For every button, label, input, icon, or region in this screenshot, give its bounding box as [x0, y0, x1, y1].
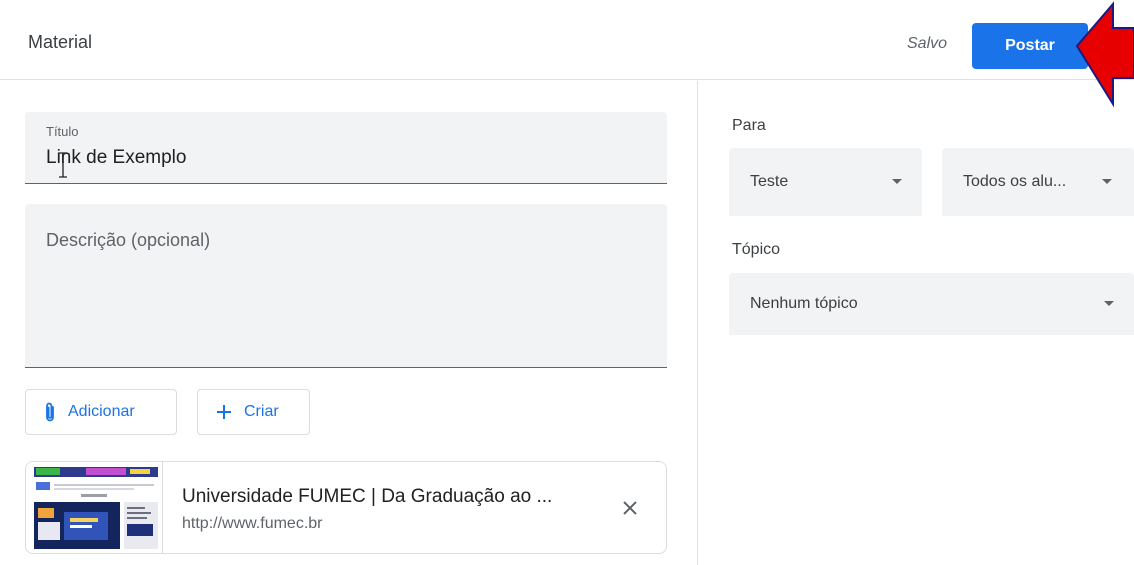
topic-select-value: Nenhum tópico [750, 295, 858, 312]
caret-down-icon [1104, 301, 1114, 306]
students-select[interactable]: Todos os alu... [942, 148, 1134, 216]
link-attachment-card[interactable]: Universidade FUMEC | Da Graduação ao ...… [25, 461, 667, 554]
saved-status: Salvo [907, 35, 948, 52]
add-button-label: Adicionar [68, 403, 135, 420]
create-button[interactable]: Criar [197, 389, 310, 435]
panel-divider [697, 81, 698, 565]
top-bar: Material Salvo Postar [0, 0, 1134, 80]
for-label: Para [732, 117, 766, 134]
caret-down-icon [1102, 179, 1112, 184]
caret-down-icon [892, 179, 902, 184]
text-cursor-icon [59, 152, 67, 178]
link-title[interactable]: Universidade FUMEC | Da Graduação ao ... [182, 486, 552, 508]
close-icon[interactable] [616, 494, 644, 522]
title-field[interactable]: Título Link de Exemplo [25, 112, 667, 184]
description-placeholder: Descrição (opcional) [46, 230, 211, 250]
post-button[interactable]: Postar [972, 23, 1088, 69]
create-button-label: Criar [244, 403, 279, 420]
class-select-value: Teste [750, 173, 789, 190]
link-url[interactable]: http://www.fumec.br [182, 515, 323, 533]
paperclip-icon [44, 402, 56, 422]
description-field[interactable]: Descrição (opcional) [25, 204, 667, 368]
annotation-arrow-icon [1075, 1, 1134, 108]
page-title: Material [28, 32, 93, 52]
add-button[interactable]: Adicionar [25, 389, 177, 435]
plus-icon [216, 404, 232, 420]
link-thumbnail [26, 462, 163, 553]
students-select-value: Todos os alu... [963, 173, 1067, 190]
topic-label: Tópico [732, 241, 781, 258]
class-select[interactable]: Teste [729, 148, 922, 216]
title-label: Título [46, 124, 79, 139]
topic-select[interactable]: Nenhum tópico [729, 273, 1134, 335]
